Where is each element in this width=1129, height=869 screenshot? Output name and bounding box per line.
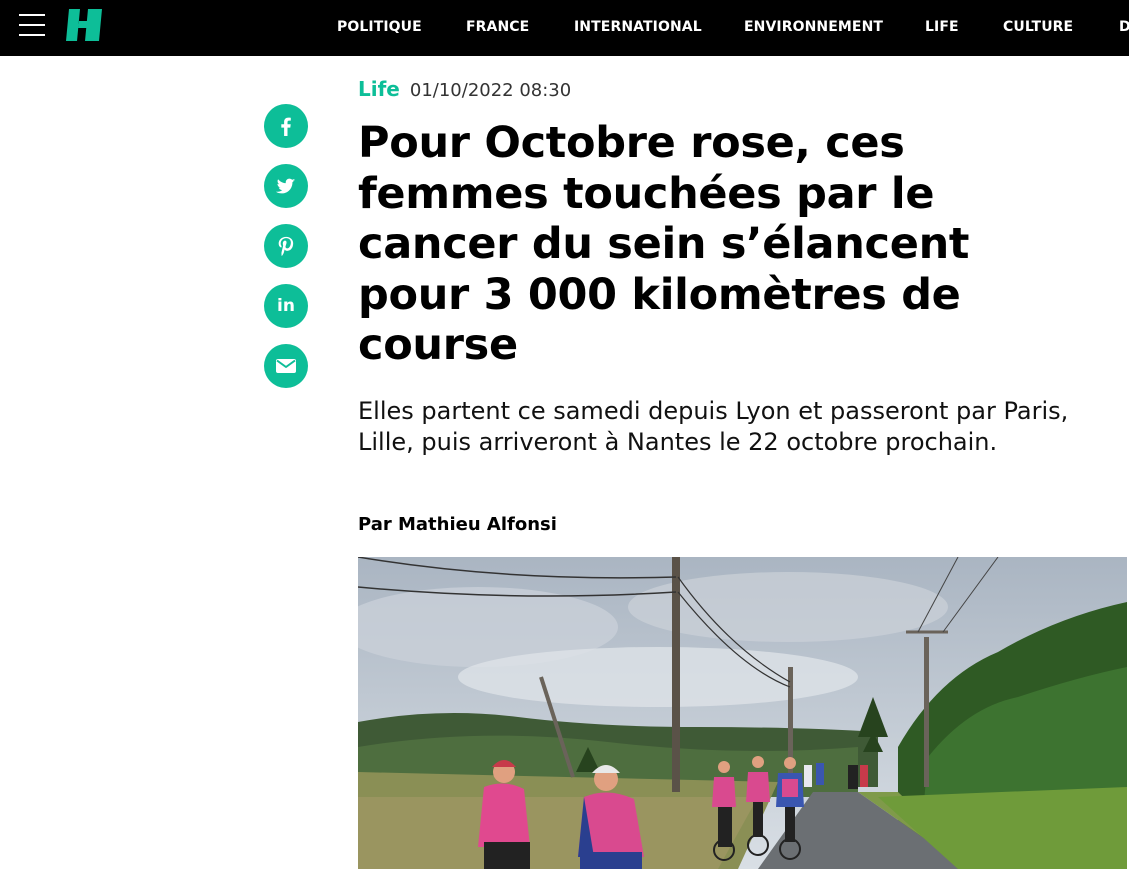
twitter-icon [275,178,296,194]
publish-date: 01/10/2022 08:30 [409,80,572,101]
twitter-share-button[interactable] [264,164,308,208]
article-title: Pour Octobre rose, ces femmes touchées p… [358,118,970,370]
pinterest-share-button[interactable] [264,224,308,268]
category-link[interactable]: Life [358,77,400,101]
nav-link-politique[interactable]: POLITIQUE [337,19,422,35]
linkedin-share-button[interactable]: in [264,284,308,328]
article-meta: Life 01/10/2022 08:30 [358,77,571,103]
nav-link-truncated[interactable]: D [1119,19,1129,35]
top-nav-bar: POLITIQUE FRANCE INTERNATIONAL ENVIRONNE… [0,0,1129,56]
linkedin-icon: in [277,295,295,316]
pinterest-icon [278,236,294,256]
nav-link-environnement[interactable]: ENVIRONNEMENT [744,19,883,35]
nav-link-life[interactable]: LIFE [925,19,959,35]
email-share-button[interactable] [264,344,308,388]
facebook-share-button[interactable] [264,104,308,148]
article-lede: Elles partent ce samedi depuis Lyon et p… [358,397,1069,456]
article-byline: Par Mathieu Alfonsi [358,514,557,535]
hamburger-menu-icon[interactable] [19,12,45,38]
facebook-icon [281,117,291,136]
nav-link-international[interactable]: INTERNATIONAL [574,19,702,35]
cyclists-road-photo [358,557,1127,869]
article-hero-image [358,557,1127,869]
mail-icon [276,359,296,373]
nav-link-france[interactable]: FRANCE [466,19,529,35]
huffpost-logo-icon[interactable] [66,9,102,41]
nav-link-culture[interactable]: CULTURE [1003,19,1073,35]
